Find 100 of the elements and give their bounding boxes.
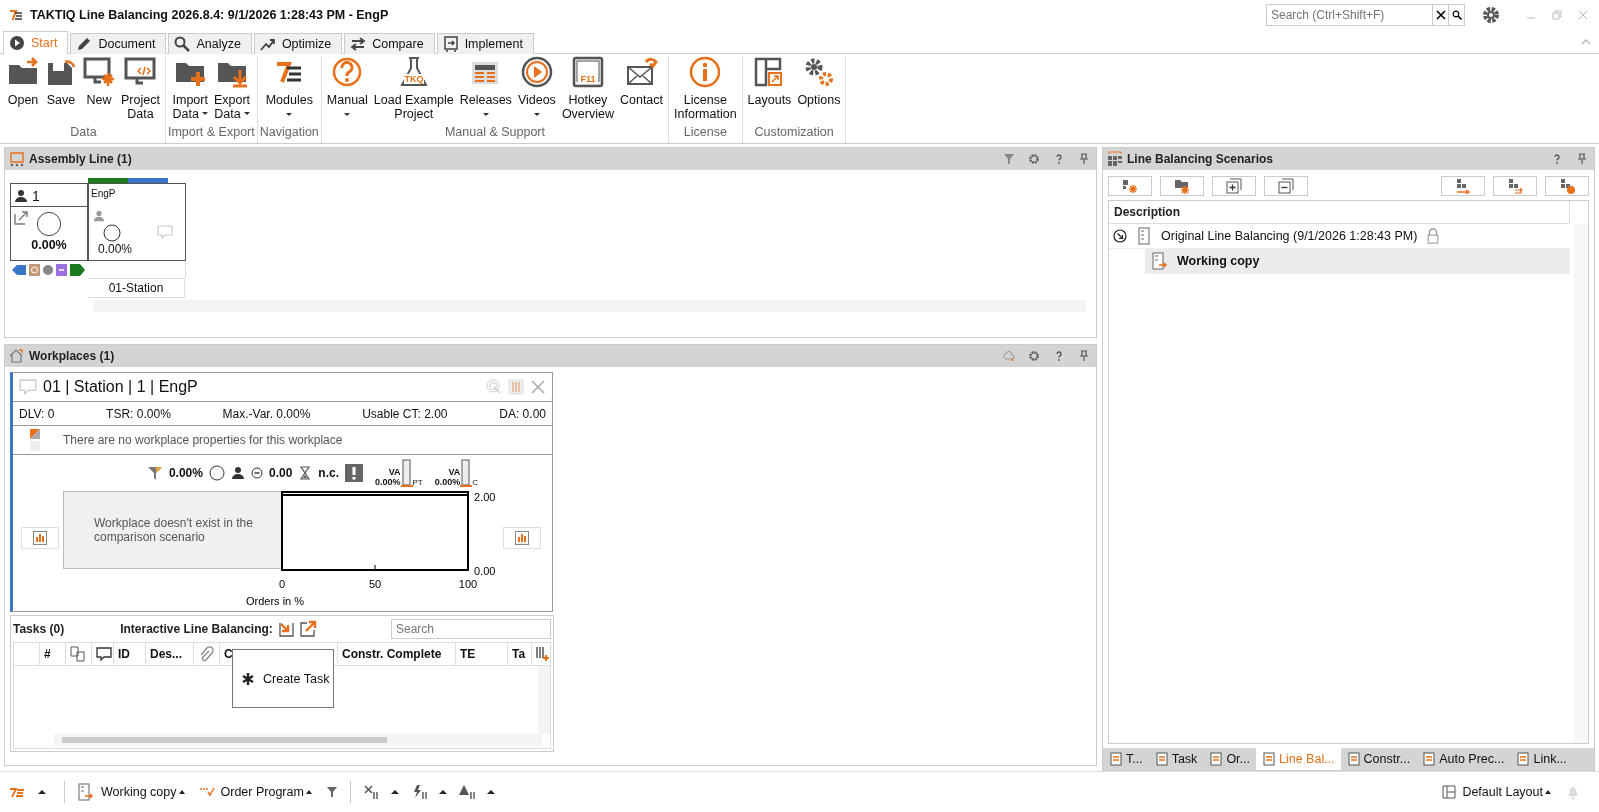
chart-button[interactable]: [503, 527, 541, 550]
move-scenario-button[interactable]: [1441, 176, 1485, 197]
panel-tab[interactable]: Auto Prec...: [1416, 748, 1511, 771]
ribbon-button[interactable]: Import Data: [169, 55, 211, 125]
scenario-selector[interactable]: Working copy: [101, 785, 193, 800]
ribbon-button[interactable]: Manual: [323, 55, 371, 125]
settings-icon[interactable]: [1028, 350, 1040, 363]
caret-icon[interactable]: [486, 790, 495, 795]
close-icon[interactable]: [530, 379, 546, 396]
ribbon-button[interactable]: TKQ Load Example Project: [370, 55, 457, 125]
ribbon-button[interactable]: Contact: [616, 55, 667, 125]
ribbon-button[interactable]: License Information: [671, 55, 740, 125]
column-header[interactable]: Description: [1114, 205, 1180, 220]
x-tick-label: 0: [278, 578, 286, 591]
import-arrow-icon[interactable]: [276, 620, 295, 639]
export-arrow-icon[interactable]: [298, 620, 317, 639]
external-link-icon[interactable]: [14, 211, 28, 226]
gauge-label: VA: [448, 467, 461, 478]
gauge-bar-icon: [460, 459, 473, 488]
pin-icon[interactable]: [1576, 153, 1588, 166]
ribbon-tab[interactable]: Optimize: [253, 32, 343, 54]
settings-icon[interactable]: [1481, 5, 1501, 26]
collapse-button[interactable]: [1264, 176, 1308, 197]
ribbon-button[interactable]: Modules: [262, 55, 316, 125]
expand-button[interactable]: [1212, 176, 1256, 197]
page-icon: [1262, 752, 1276, 767]
station-label[interactable]: 01-Station: [88, 278, 185, 299]
menu-item[interactable]: Create Task: [233, 671, 330, 686]
ribbon-button[interactable]: Layouts: [744, 55, 795, 125]
ribbon-tab[interactable]: Compare: [344, 32, 435, 54]
panel-tab[interactable]: Or...: [1203, 748, 1256, 771]
pin-icon[interactable]: [1078, 153, 1090, 166]
panel-tab[interactable]: T...: [1103, 748, 1149, 771]
ribbon-button[interactable]: F11 Hotkey Overview: [558, 55, 617, 125]
cloud-icon[interactable]: [1003, 350, 1015, 363]
ribbon-button[interactable]: Videos: [514, 55, 559, 125]
new-scenario-button[interactable]: [1108, 176, 1152, 197]
column-header[interactable]: TE: [456, 643, 508, 666]
cross-bars-icon[interactable]: [362, 784, 379, 801]
comparison-note: Workplace doesn't exist in the comparison scenario: [94, 516, 254, 545]
page-icon: [1422, 752, 1437, 767]
compare-scenario-button[interactable]: [1493, 176, 1537, 197]
panel-tab[interactable]: Link...: [1510, 748, 1573, 771]
warning-icon[interactable]: [458, 784, 475, 801]
panel-tab[interactable]: Task: [1148, 748, 1204, 771]
scenario-chart-button[interactable]: [1545, 176, 1589, 197]
program-selector[interactable]: Order Program: [220, 785, 320, 800]
minus-circle-icon: [250, 467, 263, 480]
gauge-suffix: PT: [412, 478, 423, 488]
ribbon-tab[interactable]: Analyze: [168, 32, 252, 54]
ribbon-button[interactable]: Options: [794, 55, 844, 125]
ribbon-button[interactable]: Save: [42, 55, 80, 125]
bar-chart-icon: [33, 531, 47, 546]
panel-tab[interactable]: Constr...: [1340, 748, 1417, 771]
ribbon-button[interactable]: Releases: [456, 55, 515, 125]
filter-icon[interactable]: [1003, 153, 1015, 166]
ribbon-button[interactable]: Export Data: [210, 55, 254, 125]
ribbon-tab[interactable]: Document: [70, 32, 167, 54]
funnel-icon[interactable]: [146, 465, 163, 482]
ribbon-button[interactable]: New: [80, 55, 118, 125]
panel-title: Workplaces (1): [29, 349, 115, 364]
paperclip-icon: [198, 646, 214, 663]
layout-selector[interactable]: Default Layout: [1462, 785, 1559, 800]
pin-icon[interactable]: [1078, 350, 1090, 363]
column-header[interactable]: Ta: [508, 643, 532, 666]
scenario-name: Working copy: [1177, 254, 1260, 269]
filter-icon[interactable]: [325, 786, 338, 799]
chart-button[interactable]: [21, 527, 59, 550]
column-header[interactable]: #: [40, 643, 66, 666]
search-field[interactable]: Search (Ctrl+Shift+F): [1266, 4, 1433, 27]
station-card[interactable]: EngP 0.00%: [88, 183, 186, 262]
scrollbar[interactable]: [54, 734, 542, 747]
warning-icon[interactable]: [345, 464, 363, 483]
caret-icon[interactable]: [438, 790, 447, 795]
scrollbar[interactable]: [1574, 224, 1588, 744]
settings-icon[interactable]: [1028, 153, 1040, 166]
help-icon[interactable]: [1053, 350, 1065, 363]
ribbon-button[interactable]: Open: [4, 55, 42, 125]
line-card[interactable]: 1 0.00%: [10, 183, 88, 262]
folder-button[interactable]: [1160, 176, 1204, 197]
column-header[interactable]: ID: [114, 643, 146, 666]
ribbon-button[interactable]: Project Data: [118, 55, 163, 125]
comment-icon: [96, 646, 112, 663]
ribbon-tab[interactable]: Implement: [436, 32, 534, 54]
gauge-label: VA: [388, 467, 401, 478]
column-header[interactable]: Des...: [146, 643, 194, 666]
caret-icon[interactable]: [390, 790, 399, 795]
column-header[interactable]: Constr. Complete: [338, 643, 456, 666]
help-icon[interactable]: [1053, 153, 1065, 166]
help-icon[interactable]: [1551, 153, 1563, 166]
search-button[interactable]: [1448, 4, 1465, 27]
tree-row[interactable]: Working copy: [1145, 249, 1570, 275]
column-chooser-icon[interactable]: [534, 646, 550, 663]
scrollbar[interactable]: [538, 666, 550, 735]
workplace-title: 01 | Station | 1 | EngP: [43, 378, 198, 397]
group-label: Data: [70, 124, 97, 142]
group-label: Import & Export: [167, 124, 255, 142]
caret-icon[interactable]: [38, 790, 46, 795]
search-field[interactable]: Search: [391, 619, 551, 640]
x-tick-label: 50: [368, 578, 382, 591]
